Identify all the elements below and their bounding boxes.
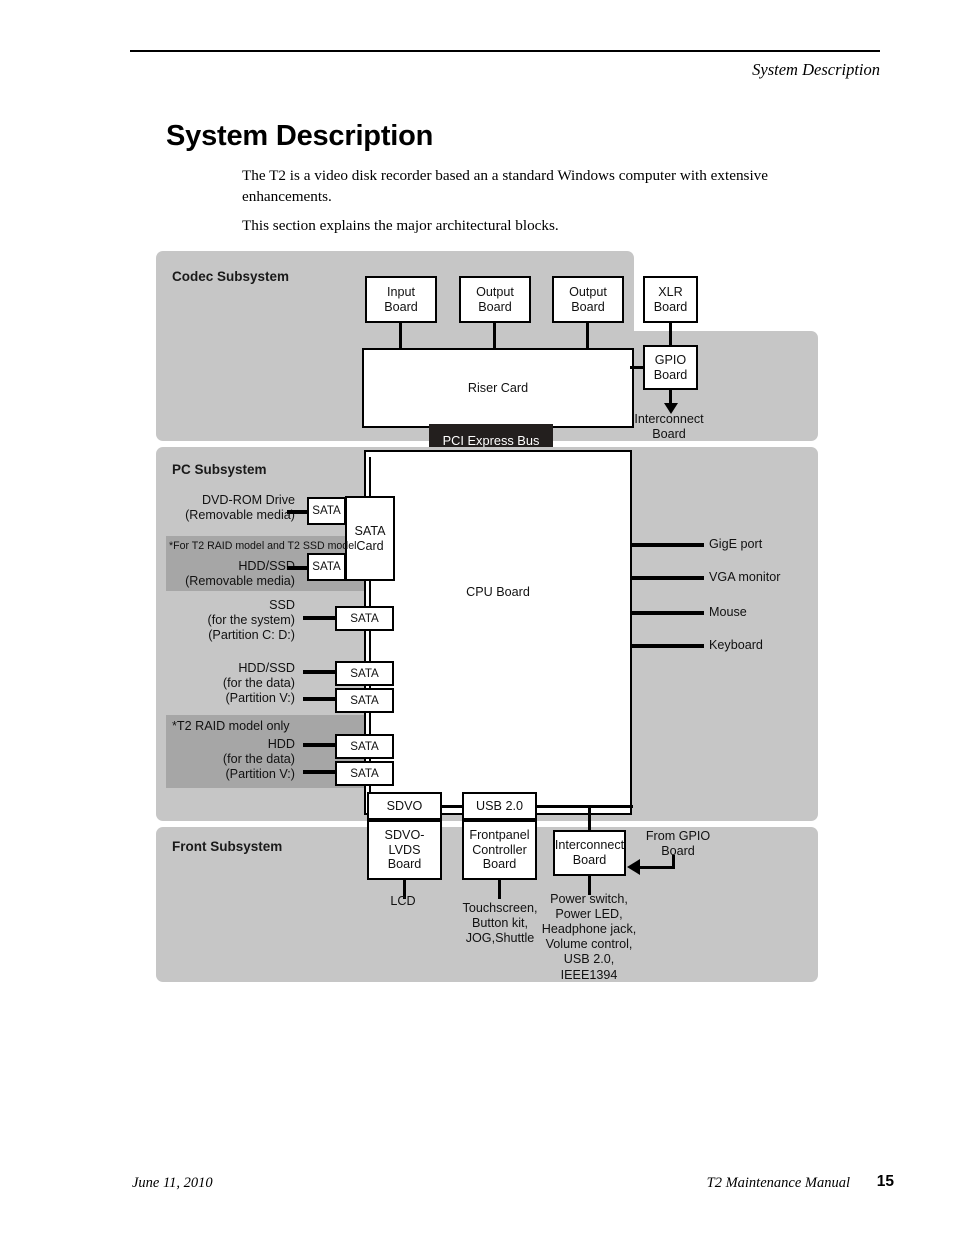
- connector-ssd-system-to-sata: [303, 616, 337, 620]
- footer-manual-title: T2 Maintenance Manual: [706, 1175, 850, 1191]
- connector-hdd-raid-to-sata-b: [303, 770, 337, 774]
- connector-output1-to-riser: [493, 322, 496, 350]
- drive-label-hdd-data: HDD/SSD (for the data) (Partition V:): [150, 661, 295, 706]
- drive-name-ssd-system: SSD: [269, 598, 295, 612]
- sdvo-lvds-board-box: SDVO-LVDS Board: [367, 820, 442, 880]
- connector-xlr-to-gpio: [669, 322, 672, 347]
- drive-detail-hdd-removable: (Removable media): [185, 574, 295, 589]
- drive-label-hdd-raid: HDD (for the data) (Partition V:): [150, 737, 295, 782]
- connector-keyboard: [632, 644, 704, 648]
- header-rule: [130, 50, 880, 52]
- port-label-vga: VGA monitor: [709, 570, 781, 584]
- drive-name-hdd-data: HDD/SSD: [238, 661, 295, 675]
- frontpanel-controller-board-box: Frontpanel Controller Board: [462, 820, 537, 880]
- footer-page-number: 15: [876, 1173, 894, 1190]
- connector-usb-to-interconnect: [588, 805, 591, 832]
- connector-vga-monitor: [632, 576, 704, 580]
- sata-port-hdd-data-a: SATA: [335, 661, 394, 686]
- pc-subsystem-label: PC Subsystem: [172, 462, 267, 477]
- note-ssd-model: *For T2 RAID model and T2 SSD model: [169, 540, 357, 552]
- front-interconnect-board-box: Interconnect Board: [553, 830, 626, 876]
- output-board-1-box: Output Board: [459, 276, 531, 323]
- sata-port-hdd-removable: SATA: [307, 553, 346, 581]
- footer-date: June 11, 2010: [132, 1175, 213, 1191]
- usb-bus-box: USB 2.0: [462, 792, 537, 820]
- sata-port-hdd-data-b: SATA: [335, 688, 394, 713]
- from-gpio-board-label: From GPIO Board: [645, 829, 711, 859]
- port-label-mouse: Mouse: [709, 605, 747, 619]
- sata-port-hdd-raid-a: SATA: [335, 734, 394, 759]
- connector-gige-port: [632, 543, 704, 547]
- drive-label-dvd-rom: DVD-ROM Drive (Removable media): [170, 493, 295, 523]
- page-title: System Description: [166, 120, 434, 152]
- drive-name-dvd-rom: DVD-ROM Drive: [201, 493, 295, 507]
- connector-output2-to-riser: [586, 322, 589, 350]
- connector-input-to-riser: [399, 322, 402, 350]
- connector-riser-to-gpio: [630, 366, 645, 369]
- connector-hdd-removable-to-sata: [287, 566, 309, 570]
- intro-paragraph-1: The T2 is a video disk recorder based an…: [242, 167, 769, 205]
- connector-hdd-raid-to-sata-a: [303, 743, 337, 747]
- interconnect-devices-label: Power switch, Power LED, Headphone jack,…: [541, 892, 637, 982]
- connector-dvd-to-sata: [287, 510, 309, 514]
- connector-from-gpio-vertical: [672, 855, 675, 868]
- drive-detail-ssd-system: (for the system) (Partition C: D:): [207, 613, 295, 643]
- front-subsystem-label: Front Subsystem: [172, 839, 283, 854]
- port-label-gige: GigE port: [709, 537, 763, 551]
- drive-label-ssd-system: SSD (for the system) (Partition C: D:): [150, 598, 295, 643]
- riser-card-box: Riser Card: [362, 348, 634, 428]
- drive-detail-hdd-data: (for the data) (Partition V:): [222, 676, 295, 706]
- drive-detail-dvd-rom: (Removable media): [185, 508, 295, 523]
- drive-label-hdd-removable: HDD/SSD (Removable media): [170, 559, 295, 589]
- sata-port-hdd-raid-b: SATA: [335, 761, 394, 786]
- arrow-from-gpio-icon: [627, 859, 640, 875]
- connector-hdd-data-to-sata-b: [303, 697, 337, 701]
- cpu-board-box: CPU Board: [364, 450, 632, 815]
- sata-port-ssd-system: SATA: [335, 606, 394, 631]
- connector-mouse: [632, 611, 704, 615]
- sata-card-box: SATA Card: [345, 496, 395, 581]
- running-head: System Description: [752, 60, 880, 79]
- intro-paragraph-2: This section explains the major architec…: [242, 217, 559, 234]
- lcd-label: LCD: [390, 894, 416, 908]
- connector-from-gpio-horizontal: [639, 866, 675, 869]
- port-label-keyboard: Keyboard: [709, 638, 763, 652]
- gpio-board-box: GPIO Board: [643, 345, 698, 390]
- drive-name-hdd-raid: HDD: [267, 737, 295, 751]
- sata-bus-spine: [369, 457, 371, 496]
- sata-port-dvd: SATA: [307, 497, 346, 525]
- note-raid-only: *T2 RAID model only: [172, 719, 290, 733]
- codec-subsystem-label: Codec Subsystem: [172, 269, 290, 284]
- output-board-2-box: Output Board: [552, 276, 624, 323]
- sdvo-bus-box: SDVO: [367, 792, 442, 820]
- drive-detail-hdd-raid: (for the data) (Partition V:): [222, 752, 295, 782]
- xlr-board-box: XLR Board: [643, 276, 698, 323]
- connector-sdvo-to-usb: [440, 805, 464, 808]
- codec-interconnect-board-label: Interconnect Board: [634, 412, 704, 442]
- connector-frontpanel-to-devices: [498, 879, 501, 899]
- connector-hdd-data-to-sata-a: [303, 670, 337, 674]
- document-page: System Description System Description Th…: [0, 0, 954, 1235]
- connector-usb-to-cpu: [535, 805, 633, 808]
- input-board-box: Input Board: [365, 276, 437, 323]
